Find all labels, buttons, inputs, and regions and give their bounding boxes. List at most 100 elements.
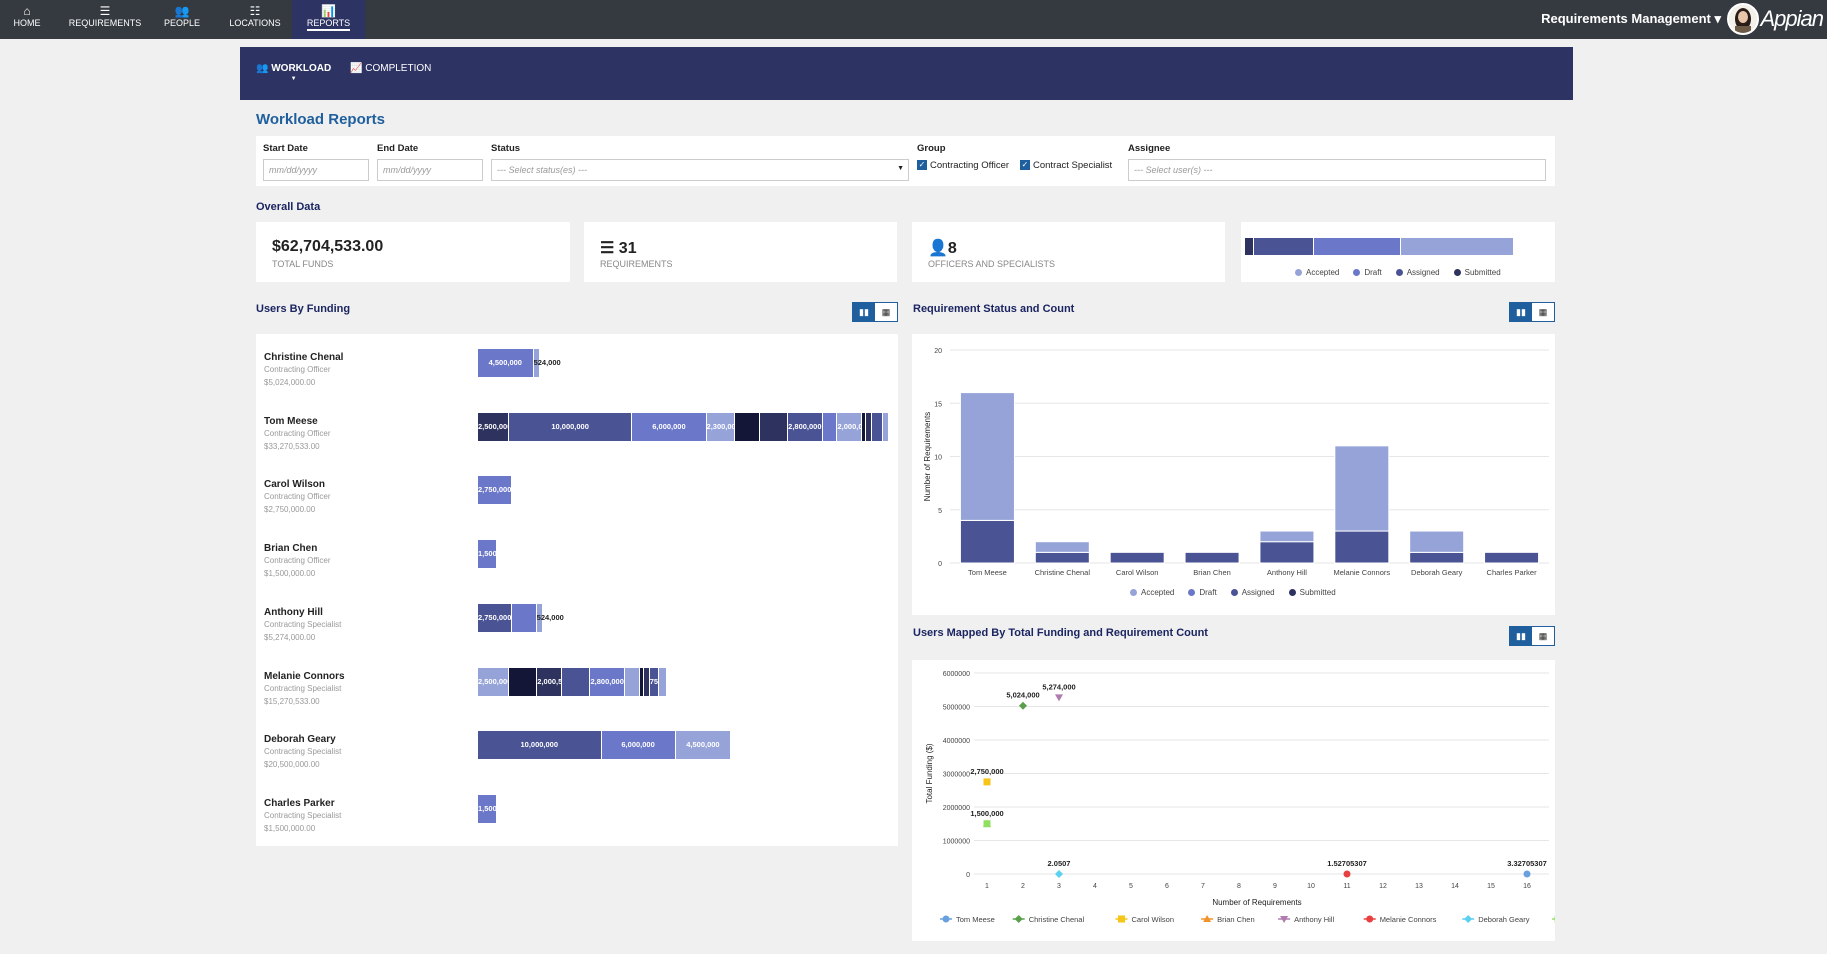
legend-item-assigned[interactable]: Assigned (1230, 588, 1275, 597)
legend-item-draft[interactable]: Draft (1353, 268, 1382, 277)
funding-segment[interactable]: 2,000,000 (837, 412, 871, 441)
grid-view-icon[interactable]: ▦ (1532, 303, 1554, 321)
funding-segment[interactable]: 4,500,000 (478, 349, 534, 377)
bar-assigned[interactable] (1034, 551, 1090, 564)
funding-segment[interactable]: 10,000,000 (478, 731, 602, 760)
legend-marker-icon[interactable] (1464, 915, 1473, 923)
legend-item[interactable]: Brian Chen (1201, 915, 1255, 924)
bar-accepted[interactable] (1334, 445, 1390, 532)
funding-segment[interactable]: 6,000,000 (601, 731, 676, 760)
funding-segment[interactable] (759, 412, 789, 441)
funding-segment[interactable]: 10,000,000 (508, 412, 633, 441)
bar-assigned[interactable] (1484, 551, 1540, 564)
data-point[interactable] (983, 778, 991, 786)
funding-segment[interactable] (872, 412, 883, 441)
data-point[interactable] (1019, 701, 1027, 710)
chart-view-icon[interactable]: ▮▮ (1510, 303, 1532, 321)
funding-segment[interactable]: 2,500,000 (478, 412, 511, 441)
assignee-input[interactable]: --- Select user(s) --- (1128, 159, 1546, 181)
funding-segment[interactable] (658, 667, 667, 696)
funding-segment[interactable]: 2,500,000 (478, 667, 511, 696)
status-bar-segment-accepted[interactable] (1401, 238, 1514, 255)
legend-marker-icon[interactable] (1118, 915, 1125, 923)
checkbox-checked-icon[interactable]: ✓ (917, 160, 927, 171)
status-select[interactable]: --- Select status(es) --- ▼ (491, 159, 909, 181)
legend-marker-icon[interactable] (1366, 915, 1374, 923)
funding-segment[interactable] (511, 603, 537, 632)
funding-segment[interactable] (562, 667, 591, 696)
funding-segment[interactable]: 2,750,000 (478, 603, 512, 632)
tab-completion[interactable]: 📈 COMPLETION (350, 63, 431, 74)
legend-item-accepted[interactable]: Accepted (1130, 588, 1174, 597)
legend-item-submitted[interactable]: Submitted (1288, 588, 1336, 597)
funding-segment[interactable]: 2,800,000 (590, 667, 625, 696)
bar-accepted[interactable] (1034, 541, 1090, 553)
legend-item-draft[interactable]: Draft (1188, 588, 1217, 597)
grid-view-icon[interactable]: ▦ (875, 303, 897, 321)
nav-requirements[interactable]: ☰ REQUIREMENTS (68, 0, 142, 39)
legend-item[interactable]: Charles Parker (1552, 915, 1619, 924)
funding-segment[interactable]: 2,800,000 (788, 412, 823, 441)
data-point[interactable] (1343, 870, 1351, 878)
data-point[interactable] (1523, 870, 1531, 878)
bar-accepted[interactable] (959, 392, 1015, 521)
status-bar-segment-submitted[interactable] (1245, 238, 1254, 255)
user-avatar[interactable] (1727, 3, 1759, 35)
checkbox-checked-icon[interactable]: ✓ (1020, 160, 1030, 171)
bar-assigned[interactable] (1184, 551, 1240, 564)
nav-locations[interactable]: ☷ LOCATIONS (225, 0, 285, 39)
group-checkbox-contracting-officer[interactable]: ✓ Contracting Officer (917, 160, 1009, 171)
bar-assigned[interactable] (1334, 530, 1390, 564)
funding-segment[interactable]: 524,000 (533, 349, 561, 377)
funding-segment[interactable]: 2,750,000 (478, 476, 512, 505)
legend-item-assigned[interactable]: Assigned (1395, 268, 1440, 277)
legend-item[interactable]: Christine Chenal (1012, 915, 1085, 924)
legend-item[interactable]: Melanie Connors (1363, 915, 1437, 924)
data-point[interactable] (983, 820, 991, 828)
funding-segment[interactable]: 2,000,533 (537, 667, 571, 696)
funding-segment[interactable]: 6,000,000 (632, 412, 707, 441)
bar-assigned[interactable] (1409, 551, 1465, 564)
funding-segment[interactable] (508, 667, 538, 696)
y-tick-label: 2000000 (943, 805, 970, 812)
funding-segment[interactable]: 1,500,000 (478, 540, 511, 569)
tab-workload[interactable]: 👥 WORKLOAD ▼ (256, 63, 331, 82)
legend-item[interactable]: Carol Wilson (1115, 915, 1175, 924)
chart-view-icon[interactable]: ▮▮ (853, 303, 875, 321)
funding-segment[interactable]: 4,500,000 (675, 731, 732, 760)
funding-segment[interactable]: 750,000 (649, 667, 677, 696)
nav-home[interactable]: ⌂ HOME (6, 0, 48, 39)
funding-segment[interactable] (625, 667, 640, 696)
group-checkbox-contract-specialist[interactable]: ✓ Contract Specialist (1020, 160, 1112, 171)
nav-people[interactable]: 👥 PEOPLE (160, 0, 204, 39)
bar-assigned[interactable] (1109, 551, 1165, 564)
funding-segment[interactable]: 1,500,000 (478, 794, 511, 823)
bar-accepted[interactable] (1259, 530, 1315, 543)
grid-view-icon[interactable]: ▦ (1532, 627, 1554, 645)
end-date-input[interactable]: mm/dd/yyyy (377, 159, 483, 181)
legend-item-submitted[interactable]: Submitted (1453, 268, 1501, 277)
legend-item[interactable]: Tom Meese (940, 915, 995, 924)
legend-marker-icon[interactable] (1014, 915, 1023, 923)
start-date-input[interactable]: mm/dd/yyyy (263, 159, 369, 181)
funding-segment[interactable]: 2,300,000 (706, 412, 740, 441)
bar-assigned[interactable] (1259, 541, 1315, 564)
funding-segment[interactable]: 524,000 (536, 603, 564, 632)
status-bar-segment-draft[interactable] (1314, 238, 1402, 255)
data-point[interactable] (1055, 694, 1063, 702)
legend-item[interactable]: Anthony Hill (1278, 915, 1334, 924)
app-switcher[interactable]: Requirements Management ▾ (1541, 11, 1721, 27)
chart-view-icon[interactable]: ▮▮ (1510, 627, 1532, 645)
status-bar-segment-assigned[interactable] (1253, 238, 1315, 255)
nav-reports[interactable]: 📊 REPORTS (292, 0, 365, 39)
funding-segment[interactable] (822, 412, 838, 441)
legend-item-accepted[interactable]: Accepted (1295, 268, 1339, 277)
legend-marker-icon[interactable] (942, 915, 950, 923)
bar-assigned[interactable] (959, 519, 1015, 564)
bar-accepted[interactable] (1409, 530, 1465, 553)
data-label: 5,024,000 (1006, 691, 1039, 700)
funding-segment[interactable] (882, 412, 889, 441)
data-point[interactable] (1055, 869, 1063, 878)
legend-item[interactable]: Deborah Geary (1462, 915, 1530, 924)
funding-segment[interactable] (734, 412, 760, 441)
